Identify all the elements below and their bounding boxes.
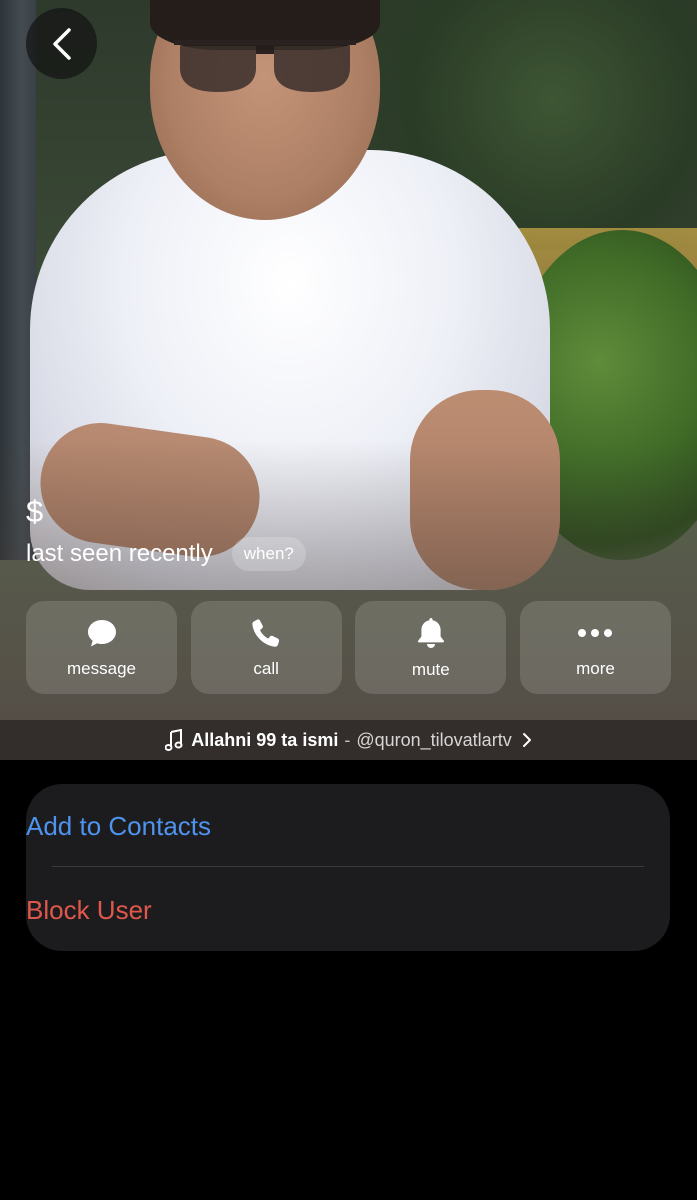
when-button[interactable]: when? — [231, 537, 306, 571]
call-label: call — [253, 658, 279, 678]
chevron-right-icon — [522, 733, 531, 747]
bell-icon — [417, 617, 444, 648]
options-card — [26, 784, 670, 951]
music-note-icon — [165, 729, 183, 751]
message-button[interactable]: message — [26, 601, 177, 694]
back-button[interactable] — [26, 8, 97, 79]
mute-button[interactable]: mute — [355, 601, 507, 694]
music-title: Allahni 99 ta ismi — [191, 729, 339, 750]
status-row: last seen recently when? — [26, 536, 306, 572]
music-separator: - — [344, 729, 351, 750]
mute-label: mute — [411, 659, 450, 679]
last-seen-status: last seen recently — [26, 540, 213, 567]
photo-fade-overlay — [0, 440, 697, 760]
music-channel: @quron_tilovatlartv — [356, 729, 512, 750]
profile-name: $ — [26, 494, 44, 529]
more-label: more — [576, 658, 615, 678]
profile-music-bar[interactable]: Allahni 99 ta ismi - @quron_tilovatlartv — [0, 720, 697, 760]
add-to-contacts-button[interactable]: Add to Contacts — [26, 811, 211, 841]
block-user-button[interactable]: Block User — [26, 895, 152, 925]
call-button[interactable]: call — [190, 601, 342, 694]
message-bubble-icon — [87, 619, 116, 646]
sunglasses — [174, 40, 356, 92]
chevron-left-icon — [52, 27, 71, 60]
message-label: message — [67, 658, 136, 678]
ellipsis-icon — [578, 628, 613, 637]
action-buttons: message call mute more — [26, 601, 671, 694]
more-button[interactable]: more — [519, 601, 671, 694]
options-divider — [52, 866, 644, 867]
phone-icon — [252, 618, 280, 647]
